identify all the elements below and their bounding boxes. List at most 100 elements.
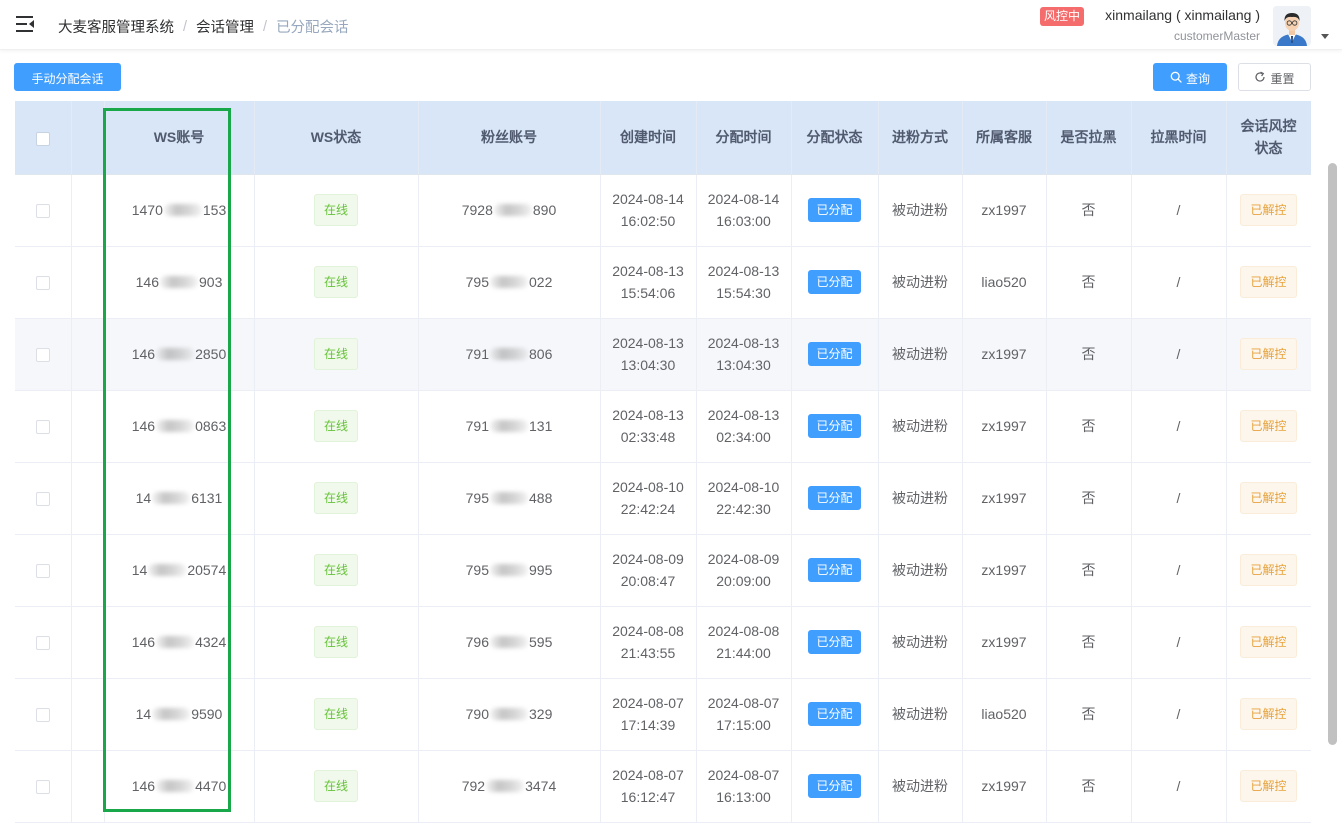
assigned-date: 2024-08-10 [707,478,780,495]
released-tag: 已解控 [1240,410,1297,442]
assigned-clock: 21:44:00 [716,645,771,661]
fan-account-prefix: 795 [465,561,489,578]
breadcrumb-section[interactable]: 会话管理 [196,16,254,37]
created-clock: 22:42:24 [620,501,676,517]
released-tag: 已解控 [1240,266,1297,298]
vertical-scrollbar[interactable] [1328,163,1337,745]
ws-account-cell: 1470 153 [104,174,255,247]
source-cell: 被动进粉 [878,462,963,535]
row-checkbox[interactable] [35,636,50,651]
reset-button[interactable]: 重置 [1238,63,1311,91]
search-button[interactable]: 查询 [1153,63,1227,91]
table-row[interactable]: 1470 153 在线 7928 890 2024-08-14 16:02:50 2024-0… [15,174,1311,247]
risk-status-cell: 已解控 [1226,606,1311,679]
avatar[interactable] [1273,6,1311,46]
fan-account-cell: 795 022 [418,246,601,319]
table-row[interactable]: 14 9590 在线 790 329 2024-08-07 17:14:39 2024-08-… [15,678,1311,751]
table-row[interactable]: 14 6131 在线 795 488 2024-08-10 22:42:24 2024-08-… [15,462,1311,535]
table-row[interactable]: 146 2850 在线 791 806 2024-08-13 13:04:30 2024-08… [15,318,1311,391]
source-cell: 被动进粉 [878,174,963,247]
ws-account-cell: 146 2850 [104,318,255,391]
source-cell: 被动进粉 [878,606,963,679]
assigned-clock: 15:54:30 [716,285,771,301]
ws-account-prefix: 146 [131,345,156,362]
table-row[interactable]: 146 4470 在线 792 3474 2024-08-07 16:12:47 2024-0… [15,750,1311,823]
ws-status-cell: 在线 [254,462,419,535]
risk-status-cell: 已解控 [1226,678,1311,751]
masked-digits [490,563,528,576]
created-date: 2024-08-14 [612,190,684,207]
assigned-time-cell: 2024-08-13 15:54:30 [696,246,792,319]
row-checkbox[interactable] [35,780,50,795]
header-blacklisted: 是否拉黑 [1046,101,1132,175]
agent-cell: zx1997 [962,606,1047,679]
source-cell: 被动进粉 [878,318,963,391]
ws-account-cell: 146 0863 [104,390,255,463]
row-checkbox[interactable] [35,564,50,579]
fan-account-suffix: 488 [529,489,553,506]
created-time-cell: 2024-08-13 15:54:06 [600,246,697,319]
assign-status-cell: 已分配 [791,678,879,751]
search-icon [1170,65,1182,93]
ws-account-prefix: 146 [135,273,159,290]
table-row[interactable]: 146 0863 在线 791 131 2024-08-13 02:33:48 2024-08… [15,390,1311,463]
fan-account-cell: 792 3474 [418,750,601,823]
assign-status-cell: 已分配 [791,534,879,607]
online-tag: 在线 [313,482,358,514]
spacer-header [71,101,105,175]
ws-account-cell: 14 20574 [104,534,255,607]
masked-digits [490,707,528,720]
blacklisted-cell: 否 [1046,174,1132,247]
table-row[interactable]: 14 20574 在线 795 995 2024-08-09 20:08:47 2024-08… [15,534,1311,607]
breadcrumb: 大麦客服管理系统 / 会话管理 / 已分配会话 [58,16,349,37]
masked-digits [490,635,528,648]
fan-account-prefix: 795 [465,273,489,290]
ws-account-suffix: 9590 [191,705,223,722]
created-clock: 21:43:55 [620,645,676,661]
fan-account-suffix: 595 [529,633,553,650]
table-row[interactable]: 146 903 在线 795 022 2024-08-13 15:54:06 2024-08-… [15,246,1311,319]
risk-status-cell: 已解控 [1226,534,1311,607]
released-tag: 已解控 [1240,554,1297,586]
ws-account-suffix: 20574 [187,561,227,578]
header-created-time: 创建时间 [600,101,697,175]
ws-account-suffix: 4470 [195,777,227,794]
select-all-checkbox[interactable] [35,131,50,146]
masked-digits [156,347,195,360]
assigned-tag: 已分配 [808,414,861,438]
ws-status-cell: 在线 [254,246,419,319]
fan-account-prefix: 790 [465,705,489,722]
breadcrumb-current: 已分配会话 [276,20,349,36]
source-cell: 被动进粉 [878,246,963,319]
masked-digits [486,779,525,792]
row-checkbox[interactable] [35,348,50,363]
row-checkbox[interactable] [35,276,50,291]
spacer-cell [71,174,105,247]
row-checkbox[interactable] [35,492,50,507]
search-label: 查询 [1185,71,1210,86]
table-row[interactable]: 146 4324 在线 796 595 2024-08-08 21:43:55 2024-08… [15,606,1311,679]
assigned-date: 2024-08-08 [707,622,780,639]
header-assign-status: 分配状态 [791,101,879,175]
row-checkbox[interactable] [35,204,50,219]
assigned-time-cell: 2024-08-10 22:42:30 [696,462,792,535]
caret-down-icon[interactable] [1321,34,1329,39]
fan-account-cell: 790 329 [418,678,601,751]
assigned-date: 2024-08-07 [707,694,780,711]
breadcrumb-app[interactable]: 大麦客服管理系统 [58,16,174,37]
created-date: 2024-08-09 [612,550,684,567]
spacer-cell [71,390,105,463]
row-checkbox[interactable] [35,420,50,435]
agent-cell: zx1997 [962,390,1047,463]
online-tag: 在线 [313,338,358,370]
risk-status-cell: 已解控 [1226,750,1311,823]
row-checkbox[interactable] [35,708,50,723]
assigned-tag: 已分配 [808,558,861,582]
table-header-row: WS账号 WS状态 粉丝账号 创建时间 分配时间 分配状态 进粉方式 所属客服 … [15,101,1311,175]
menu-toggle-icon[interactable] [16,15,36,33]
manual-assign-button[interactable]: 手动分配会话 [14,63,121,91]
user-role: customerMaster [1173,29,1260,43]
risk-status-cell: 已解控 [1226,174,1311,247]
source-cell: 被动进粉 [878,534,963,607]
assigned-tag: 已分配 [808,486,861,510]
